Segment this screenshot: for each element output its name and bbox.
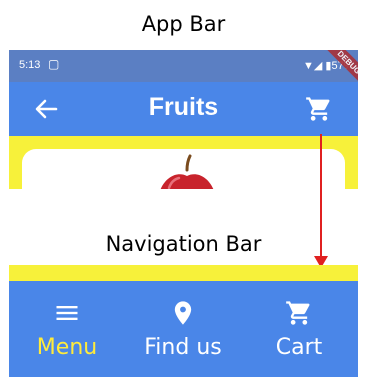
app-screenshot-top: 5:13 ▢ ▼◢ ▮57% DEBUG Fruits	[9, 50, 358, 189]
menu-icon	[56, 306, 78, 320]
cart-button[interactable]	[305, 95, 333, 123]
nav-label-find-us: Find us	[144, 335, 222, 360]
app-bar-caption: App Bar	[141, 12, 226, 36]
apple-icon	[160, 154, 214, 189]
content-area-edge	[9, 265, 358, 281]
app-bar: Fruits	[9, 82, 358, 136]
back-button[interactable]	[31, 94, 61, 124]
nav-label-cart: Cart	[275, 335, 323, 360]
signal-icon: ◢	[313, 60, 323, 72]
bottom-navigation-bar: Menu Find us Cart	[9, 281, 358, 377]
nav-item-cart[interactable]: Cart	[241, 281, 357, 377]
content-area	[9, 136, 358, 189]
sim-card-icon: ▢	[48, 57, 60, 71]
status-bar: 5:13 ▢ ▼◢ ▮57% DEBUG	[9, 50, 358, 96]
shopping-cart-icon	[306, 97, 330, 121]
nav-item-find-us[interactable]: Find us	[125, 281, 241, 377]
fruit-card[interactable]	[22, 149, 345, 189]
nav-label-menu: Menu	[36, 335, 98, 360]
wifi-icon: ▼	[303, 60, 314, 72]
app-screenshot-bottom: Menu Find us Cart	[9, 265, 358, 377]
status-time: 5:13	[19, 59, 41, 71]
nav-item-menu[interactable]: Menu	[9, 281, 125, 377]
navigation-bar-caption: Navigation Bar	[105, 232, 262, 256]
arrow-back-icon	[35, 99, 58, 119]
location-pin-icon	[174, 301, 192, 325]
shopping-cart-icon	[286, 301, 310, 325]
